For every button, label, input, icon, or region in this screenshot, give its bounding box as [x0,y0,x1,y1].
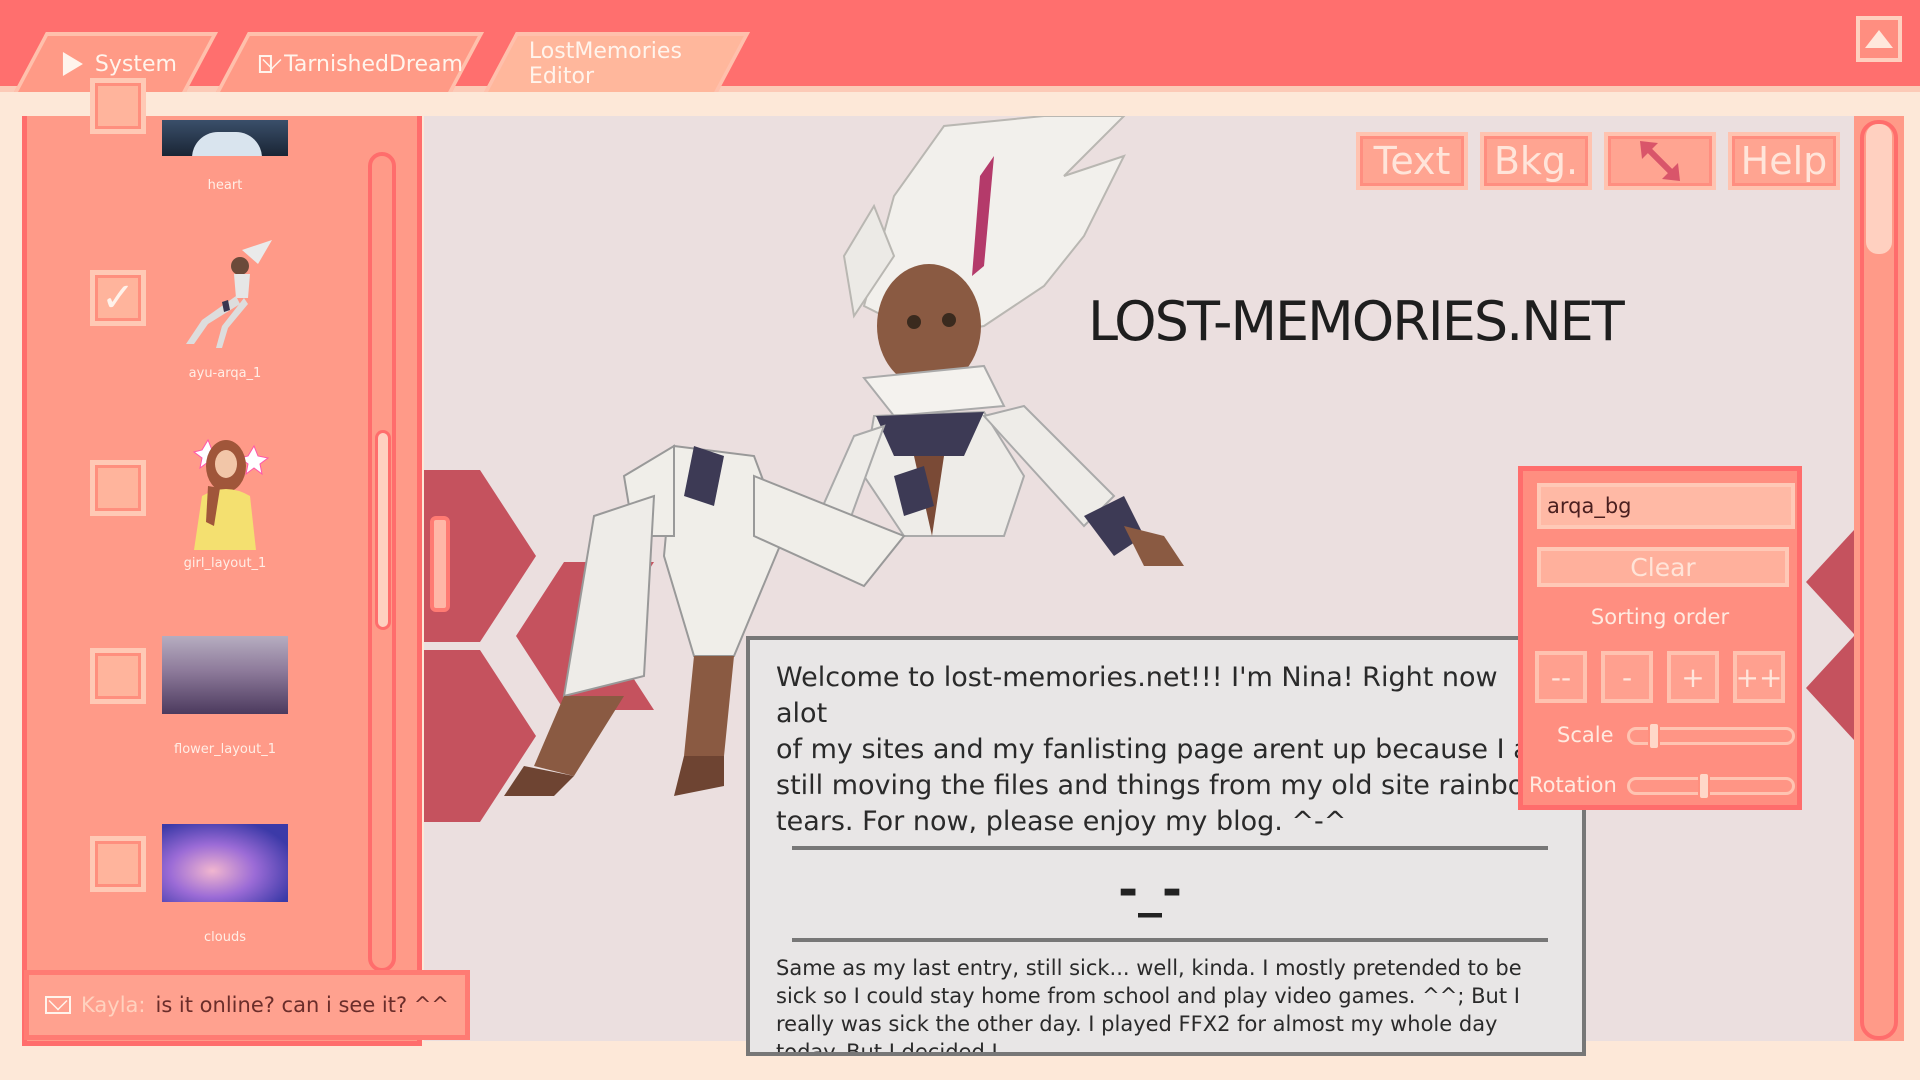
resize-button[interactable] [1604,132,1716,190]
help-button[interactable]: Help [1728,132,1840,190]
play-icon [62,52,83,76]
properties-panel: arqa_bg Clear Sorting order -- - + ++ Sc… [1518,466,1802,810]
asset-thumbnail [162,240,288,350]
asset-checkbox[interactable] [90,836,146,892]
minimize-button[interactable] [1856,16,1902,62]
rotation-label: Rotation [1529,773,1617,797]
chat-notification[interactable]: Kayla: is it online? can i see it? ^^ [24,970,470,1040]
welcome-text: Welcome to lost-memories.net!!! I'm Nina… [776,662,1530,837]
asset-caption: clouds [204,930,246,945]
asset-checkbox[interactable] [90,648,146,704]
blog-entry-box[interactable]: Welcome to lost-memories.net!!! I'm Nina… [746,636,1586,1056]
sort-back-button[interactable]: - [1601,651,1653,703]
checkmark-icon: ✓ [101,275,135,321]
up-arrow-icon [1865,30,1893,48]
tab-lostmemories-label: LostMemories Editor [528,39,682,89]
rotation-slider[interactable] [1627,772,1795,800]
chat-sender: Kayla: [81,993,146,1017]
scale-slider[interactable] [1627,722,1795,750]
next-arrow-icon[interactable] [1806,636,1854,740]
mail-icon [45,996,71,1014]
asset-caption: heart [207,178,243,193]
site-title[interactable]: LOST-MEMORIES.NET [1088,290,1625,353]
asset-item-ayu-arqa[interactable]: ✓ ayu-arqa_1 [90,240,390,420]
emoticon-text: -_- [1118,862,1182,918]
asset-thumbnail [162,636,288,714]
asset-item-heart[interactable]: heart [90,78,390,206]
tab-tarnisheddream-label: TarnishedDream [284,51,463,77]
clear-button[interactable]: Clear [1537,547,1789,587]
asset-item-flower-layout[interactable]: flower_layout_1 [90,636,390,816]
asset-thumbnail [162,824,288,902]
asset-thumbnail [162,426,288,550]
rotation-slider-knob[interactable] [1697,772,1710,800]
sort-forward-button[interactable]: + [1667,651,1719,703]
bkg-button[interactable]: Bkg. [1480,132,1592,190]
asset-checkbox[interactable] [90,460,146,516]
scale-label: Scale [1557,723,1614,747]
asset-checkbox[interactable] [90,78,146,134]
canvas-scrollbar[interactable] [1860,120,1898,1040]
asset-caption: girl_layout_1 [183,556,267,571]
sort-front-most-button[interactable]: ++ [1733,651,1785,703]
chat-message: is it online? can i see it? ^^ [155,993,450,1017]
post-text: Same as my last entry, still sick... wel… [776,956,1522,1056]
window-frame: System TarnishedDream LostMemories Edito… [0,0,1920,1080]
asset-item-girl-layout[interactable]: girl_layout_1 [90,426,390,606]
divider [792,938,1548,942]
asset-caption: flower_layout_1 [174,742,276,757]
element-name-field[interactable]: arqa_bg [1537,483,1795,529]
divider [792,846,1548,850]
resize-arrows-icon [1640,141,1680,181]
scale-slider-knob[interactable] [1648,722,1660,750]
mail-icon [258,55,273,73]
tab-bar: System TarnishedDream LostMemories Edito… [0,0,1920,92]
text-button[interactable]: Text [1356,132,1468,190]
asset-thumbnail [162,120,288,156]
tab-lostmemories-editor[interactable]: LostMemories Editor [484,32,750,92]
asset-caption: ayu-arqa_1 [188,366,262,381]
sort-back-most-button[interactable]: -- [1535,651,1587,703]
canvas-scroll-thumb[interactable] [1866,124,1892,254]
tab-tarnisheddream[interactable]: TarnishedDream [216,32,484,92]
asset-checkbox-checked[interactable]: ✓ [90,270,146,326]
tab-system-label: System [94,51,177,77]
next-arrow-icon[interactable] [1806,530,1854,634]
sorting-order-label: Sorting order [1590,605,1730,629]
